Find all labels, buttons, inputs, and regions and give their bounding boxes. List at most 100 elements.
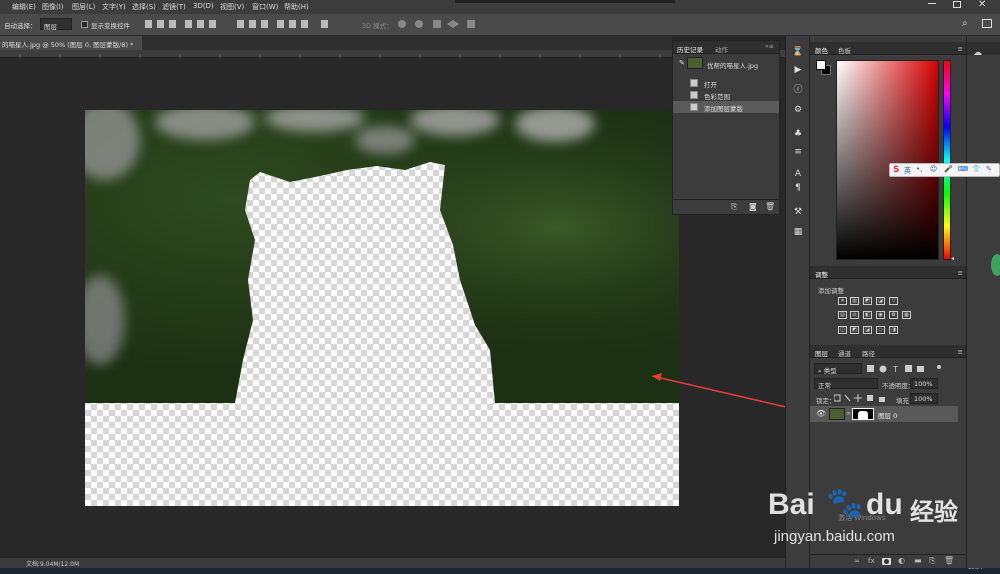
layer-filter-label: 类型 [823,367,837,375]
tool-presets-icon[interactable]: ▦ [792,226,804,238]
tab-channels[interactable]: 通道 [838,348,851,358]
new-document-from-state-icon[interactable]: ⎘ [731,202,737,212]
ime-voice-icon[interactable]: 🎤 [944,165,953,173]
vibrance-icon[interactable]: ▽ [889,297,898,305]
fill-value: 100% [914,395,933,403]
color-lookup-icon[interactable]: ▦ [902,311,911,319]
adjustments-panel-header: 调整 ≡ [810,266,967,279]
tab-adjustments[interactable]: 调整 [815,269,828,279]
libraries-icon[interactable]: ☁ [973,48,982,58]
history-step-label: 添加图层蒙版 [704,105,743,113]
tab-swatches[interactable]: 色板 [838,45,851,55]
layer-filter-dropdown[interactable]: ⌕ 类型 [814,363,862,375]
history-step[interactable]: 色彩范围 [673,89,779,101]
history-step-label: 打开 [704,81,717,89]
ime-emoji-icon[interactable]: ☺ [930,165,937,173]
history-panel-header: 历史记录 动作 »≡ [673,41,779,54]
trash-icon[interactable]: 🗑 [765,202,775,211]
status-bar: 文档:9.04M/12.0M [0,558,785,568]
ime-punct-icon[interactable]: •, [916,165,922,173]
history-panel: 历史记录 动作 »≡ ✎ 优帮的喵星人.jpg 打开 色彩范围 添加图层蒙版 ⎘… [672,40,780,215]
brightness-contrast-icon[interactable]: ☀ [838,297,847,305]
opacity-field[interactable]: 100% [910,378,938,389]
ime-keyboard-icon[interactable]: ⌨ [958,165,968,173]
curves-icon[interactable]: ◩ [863,297,872,305]
character-icon[interactable]: A [792,168,804,180]
ime-skin-icon[interactable]: 👕 [972,165,981,173]
sogou-logo-icon[interactable]: S [893,165,899,175]
history-footer: ⎘ ◙ 🗑 [673,199,779,214]
brush-icon[interactable]: ♣ [792,128,804,140]
link-layers-icon[interactable]: ∞ [854,557,860,565]
posterize-icon[interactable]: ◩ [850,326,859,334]
clone-source-icon[interactable]: ⚒ [792,206,804,218]
layer-row[interactable]: 👁 ∞ 图层 0 [810,406,958,422]
snapshot-label[interactable]: 优帮的喵星人.jpg [707,60,758,70]
opacity-value: 100% [914,380,933,388]
libraries-header [967,42,1000,55]
adjustments-subtitle: 添加调整 [818,287,844,295]
layers-panel-menu-icon[interactable]: ≡ [958,348,963,356]
history-step-icon [690,79,698,87]
exposure-icon[interactable]: ◪ [876,297,885,305]
visibility-eye-icon[interactable]: 👁 [816,409,826,418]
lock-label: 锁定： [816,397,836,405]
tab-color[interactable]: 颜色 [815,45,828,55]
ime-language-toggle[interactable]: 英 [904,166,911,176]
taskbar: 19:54 [0,565,1000,574]
threshold-icon[interactable]: ◪ [863,326,872,334]
photo-filter-icon[interactable]: ◉ [876,311,885,319]
history-step[interactable]: 打开 [673,77,779,89]
foreground-color-swatch[interactable] [816,60,826,70]
layer-mask-thumbnail[interactable] [852,408,874,420]
link-icon[interactable]: ∞ [846,410,851,417]
libraries-column: ☁ [966,36,1000,568]
color-balance-icon[interactable]: ⚖ [850,311,859,319]
color-panel-header: 颜色 色板 ≡ [810,42,967,55]
brush-settings-icon[interactable]: ≡ [792,146,804,158]
color-panel-menu-icon[interactable]: ≡ [958,45,963,53]
history-panel-icon[interactable]: ⌛ [792,46,804,58]
fill-field[interactable]: 100% [910,393,938,404]
hue-slider-handle-icon[interactable]: ◂ [951,255,954,262]
layers-panel-header: 图层 通道 路径 ≡ [810,345,967,358]
history-step-label: 色彩范围 [704,93,730,101]
info-icon[interactable]: ⓘ [792,84,804,96]
channel-mixer-icon[interactable]: ✿ [889,311,898,319]
tab-paths[interactable]: 路径 [862,348,875,358]
levels-icon[interactable]: ▥ [850,297,859,305]
color-field[interactable] [836,60,939,260]
invert-icon[interactable]: ◫ [838,326,847,334]
layer-filter-icons[interactable]: T [867,364,947,374]
tab-actions[interactable]: 动作 [715,44,728,54]
properties-icon[interactable]: ⚙ [792,104,804,116]
add-layer-mask-button[interactable] [882,558,891,565]
lock-icons[interactable] [834,394,890,403]
actions-play-icon[interactable]: ▶ [792,64,804,76]
camera-icon[interactable]: ◙ [749,202,757,211]
layer-name: 图层 0 [878,412,898,420]
tab-layers[interactable]: 图层 [815,348,828,358]
tab-history[interactable]: 历史记录 [677,44,703,54]
hue-saturation-icon[interactable]: ▤ [838,311,847,319]
blend-mode-dropdown[interactable]: 正常 [814,378,878,390]
snapshot-thumbnail [687,57,703,69]
baidu-jingyan-cn: 经验 [910,498,958,526]
layer-thumbnail [829,408,845,420]
black-white-icon[interactable]: ◧ [863,311,872,319]
paragraph-icon[interactable]: ¶ [792,182,804,194]
ime-tools-icon[interactable]: ✎ [986,165,992,173]
adjustments-menu-icon[interactable]: ≡ [958,269,963,277]
side-widget-icon[interactable] [991,254,1000,276]
baidu-watermark: 激活 Windows Bai 🐾 du 经验 jingyan.baidu.com [768,486,968,558]
blend-mode-value: 正常 [818,382,831,390]
ime-toolbar: S 英 •, ☺ 🎤 ⌨ 👕 ✎ [889,163,1000,177]
history-step-selected[interactable]: 添加图层蒙版 [673,101,779,113]
selective-color-icon[interactable]: ◨ [889,326,898,334]
gradient-map-icon[interactable]: ▭ [876,326,885,334]
hue-slider[interactable] [943,60,951,260]
baidu-logo-bai: Bai [768,488,815,521]
history-menu-icon[interactable]: »≡ [765,43,774,50]
fx-icon[interactable]: fx [868,557,875,565]
watermark-url: jingyan.baidu.com [774,528,895,545]
